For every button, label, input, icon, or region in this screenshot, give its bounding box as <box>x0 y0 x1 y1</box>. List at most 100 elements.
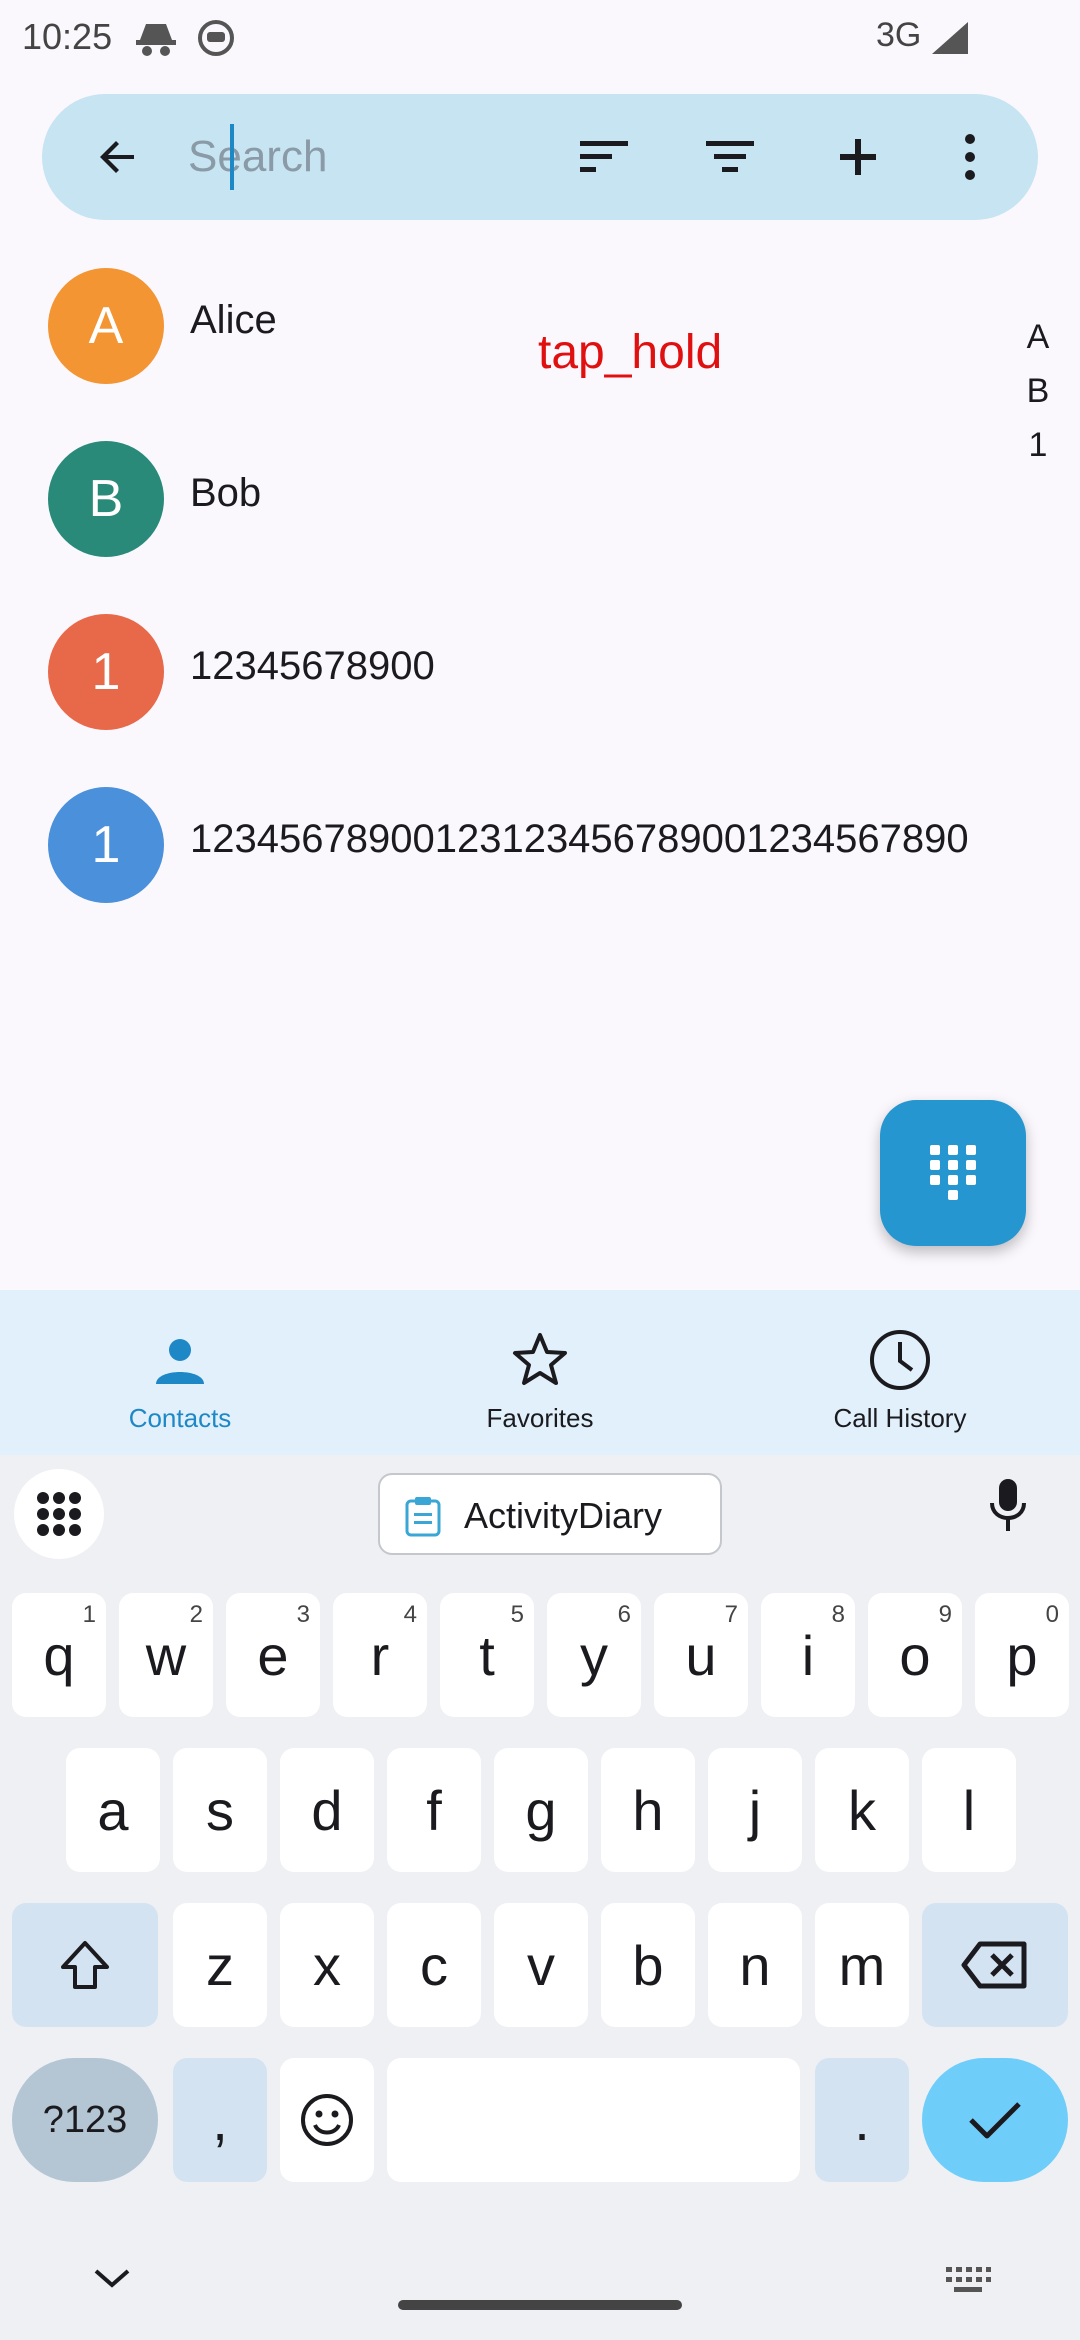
key-hint: 9 <box>938 1601 952 1628</box>
key-b[interactable]: b <box>601 1903 695 2027</box>
key-e[interactable]: e3 <box>226 1593 320 1717</box>
keyboard-apps-button[interactable] <box>14 1469 104 1559</box>
home-indicator[interactable] <box>398 2300 682 2310</box>
contact-row[interactable]: 1 12345678900123123456789001234567890 <box>0 769 1000 919</box>
key-l[interactable]: l <box>922 1748 1016 1872</box>
dialpad-icon <box>930 1145 976 1200</box>
key-a[interactable]: a <box>66 1748 160 1872</box>
sort-icon <box>580 141 628 172</box>
key-r[interactable]: r4 <box>333 1593 427 1717</box>
key-label: w <box>145 1623 187 1687</box>
back-button[interactable] <box>78 117 158 197</box>
key-c[interactable]: c <box>387 1903 481 2027</box>
avatar: 1 <box>48 614 164 730</box>
key-hint: 1 <box>82 1601 96 1628</box>
tab-label: Favorites <box>486 1403 594 1433</box>
fast-scroller[interactable]: A B 1 <box>1016 310 1060 472</box>
bottom-navigation: Contacts Favorites Call History <box>0 1290 1080 1455</box>
key-k[interactable]: k <box>815 1748 909 1872</box>
contact-name: Bob <box>190 471 262 515</box>
symbols-key[interactable]: ?123 <box>12 2058 158 2182</box>
key-q[interactable]: q1 <box>12 1593 106 1717</box>
more-options-button[interactable] <box>930 117 1010 197</box>
fast-scroller-letter[interactable]: 1 <box>1016 418 1060 472</box>
tab-call-history[interactable]: Call History <box>720 1290 1080 1455</box>
key-p[interactable]: p0 <box>975 1593 1069 1717</box>
contact-row[interactable]: B Bob <box>0 423 1000 573</box>
search-input[interactable] <box>188 122 548 192</box>
backspace-key[interactable] <box>922 1903 1068 2027</box>
tab-label: Contacts <box>128 1403 232 1433</box>
key-g[interactable]: g <box>494 1748 588 1872</box>
text-cursor <box>230 124 234 190</box>
fast-scroller-letter[interactable]: A <box>1016 310 1060 364</box>
comma-key[interactable]: , <box>173 2058 267 2182</box>
clipboard-suggestion-chip[interactable]: ActivityDiary <box>378 1473 722 1555</box>
key-label: o <box>899 1623 931 1687</box>
key-label: r <box>370 1623 390 1687</box>
shift-key[interactable] <box>12 1903 158 2027</box>
key-v[interactable]: v <box>494 1903 588 2027</box>
clock-icon <box>865 1325 935 1395</box>
key-j[interactable]: j <box>708 1748 802 1872</box>
key-z[interactable]: z <box>173 1903 267 2027</box>
key-hint: 4 <box>403 1601 417 1628</box>
search-bar <box>42 94 1038 220</box>
key-h[interactable]: h <box>601 1748 695 1872</box>
contact-name: 12345678900 <box>190 644 435 688</box>
contact-row[interactable]: 1 12345678900 <box>0 596 1000 746</box>
key-d[interactable]: d <box>280 1748 374 1872</box>
avatar: 1 <box>48 787 164 903</box>
key-m[interactable]: m <box>815 1903 909 2027</box>
key-y[interactable]: y6 <box>547 1593 641 1717</box>
arrow-back-icon <box>100 141 134 173</box>
key-u[interactable]: u7 <box>654 1593 748 1717</box>
grid-icon <box>37 1492 81 1536</box>
contact-name: 12345678900123123456789001234567890 <box>190 817 969 861</box>
key-label: t <box>479 1623 495 1687</box>
shift-icon <box>61 1941 109 1989</box>
key-s[interactable]: s <box>173 1748 267 1872</box>
keyboard-toolbar: ActivityDiary <box>0 1455 1080 1580</box>
filter-icon <box>706 141 754 172</box>
emoji-key[interactable] <box>280 2058 374 2182</box>
key-hint: 6 <box>617 1601 631 1628</box>
period-key[interactable]: . <box>815 2058 909 2182</box>
status-time: 10:25 <box>22 16 113 57</box>
signal-icon <box>930 20 970 61</box>
emoji-icon <box>301 2094 353 2146</box>
add-contact-button[interactable] <box>818 117 898 197</box>
key-hint: 0 <box>1045 1601 1059 1628</box>
on-screen-keyboard: ActivityDiary q1 w2 e3 r4 t5 y6 u7 i8 o9… <box>0 1455 1080 2340</box>
key-i[interactable]: i8 <box>761 1593 855 1717</box>
switch-keyboard-button[interactable] <box>944 2263 992 2302</box>
status-bar: 10:25 3G <box>0 0 1080 80</box>
key-f[interactable]: f <box>387 1748 481 1872</box>
clipboard-icon <box>405 1497 441 1537</box>
key-t[interactable]: t5 <box>440 1593 534 1717</box>
tab-contacts[interactable]: Contacts <box>0 1290 360 1455</box>
fast-scroller-letter[interactable]: B <box>1016 364 1060 418</box>
checkmark-icon <box>969 2102 1021 2139</box>
gesture-label: tap_hold <box>538 326 723 379</box>
key-x[interactable]: x <box>280 1903 374 2027</box>
incognito-icon <box>134 18 178 63</box>
enter-key[interactable] <box>922 2058 1068 2182</box>
contact-row[interactable]: A Alice <box>0 250 1000 400</box>
voice-input-button[interactable] <box>988 1477 1048 1547</box>
tab-favorites[interactable]: Favorites <box>360 1290 720 1455</box>
filter-button[interactable] <box>690 117 770 197</box>
avatar: B <box>48 441 164 557</box>
clipboard-suggestion-text: ActivityDiary <box>464 1495 663 1536</box>
more-vert-icon <box>965 134 975 180</box>
key-hint: 5 <box>510 1601 524 1628</box>
key-w[interactable]: w2 <box>119 1593 213 1717</box>
hide-keyboard-button[interactable] <box>90 2263 134 2298</box>
key-label: u <box>685 1623 717 1687</box>
dialpad-fab[interactable] <box>880 1100 1026 1246</box>
sort-button[interactable] <box>564 117 644 197</box>
key-o[interactable]: o9 <box>868 1593 962 1717</box>
key-label: q <box>43 1623 75 1687</box>
key-n[interactable]: n <box>708 1903 802 2027</box>
space-key[interactable] <box>387 2058 800 2182</box>
